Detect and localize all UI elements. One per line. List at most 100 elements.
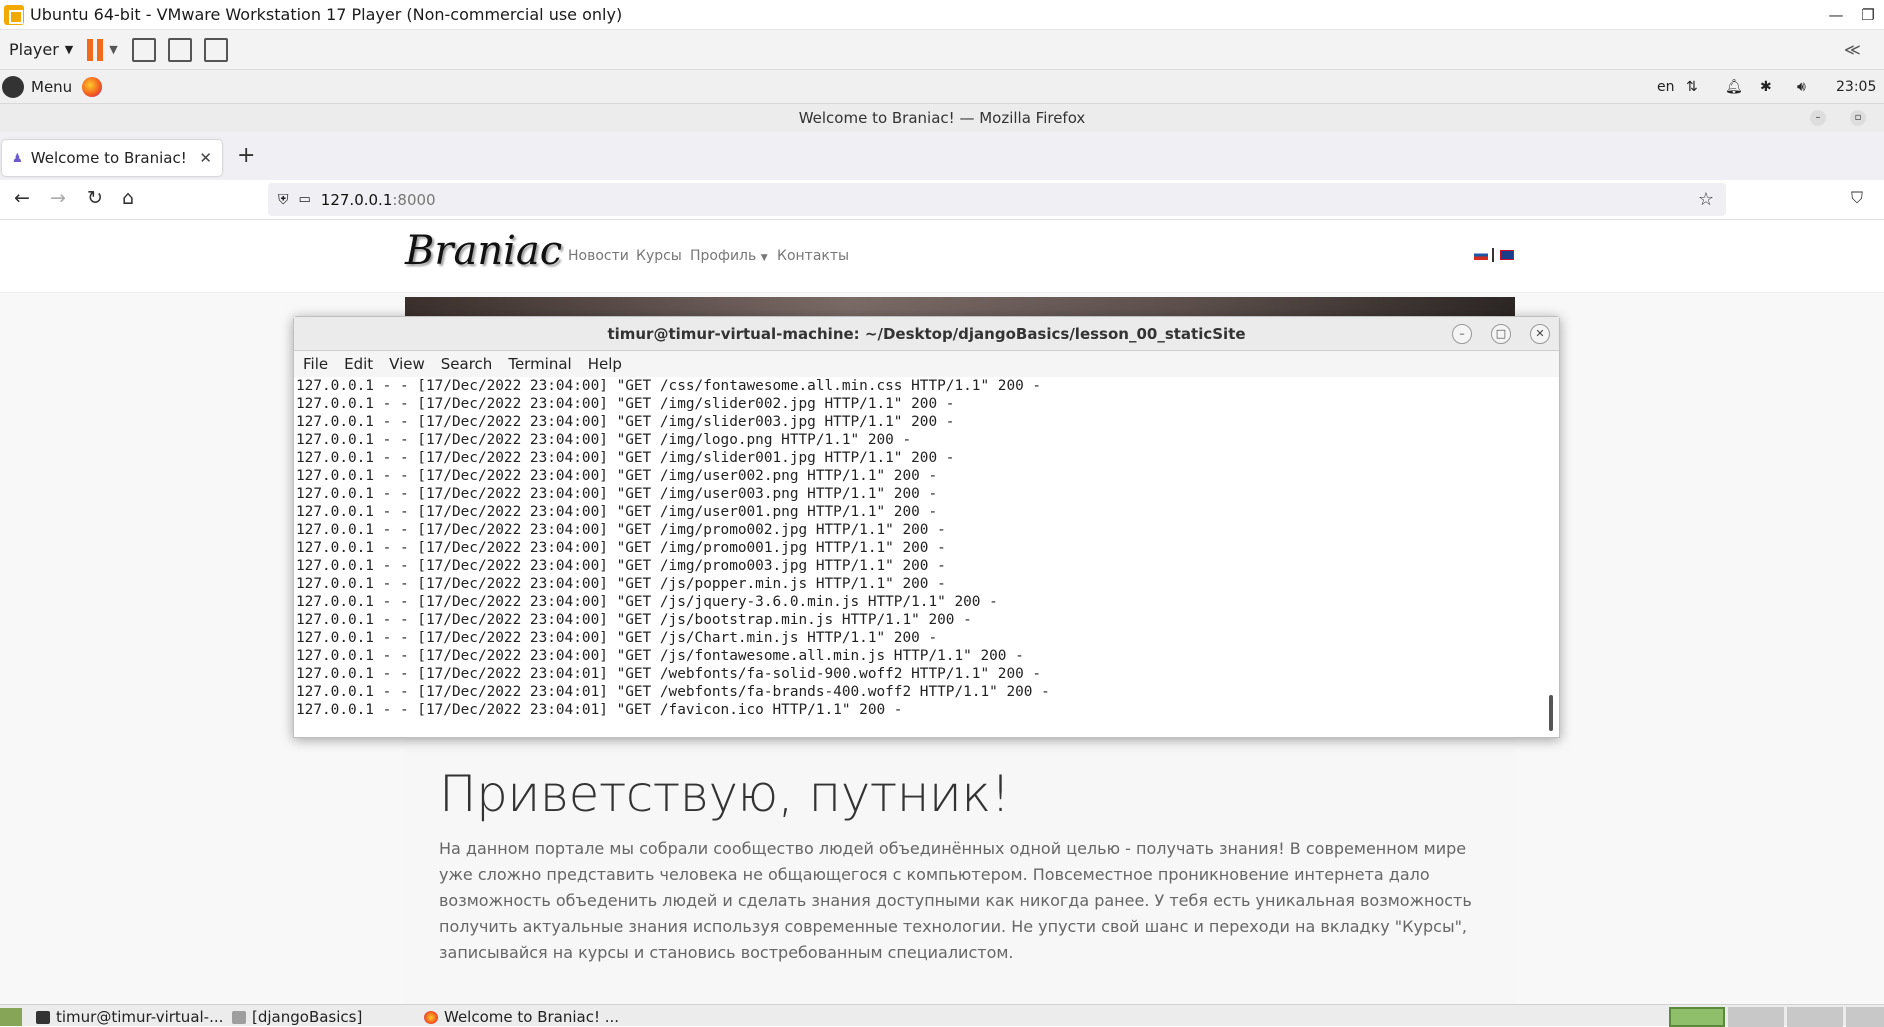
collapse-toolbar-icon[interactable]: ≪ [1844, 40, 1861, 59]
terminal-line: 127.0.0.1 - - [17/Dec/2022 23:04:00] "GE… [296, 630, 938, 646]
terminal-line: 127.0.0.1 - - [17/Dec/2022 23:04:00] "GE… [296, 486, 938, 502]
site-logo[interactable]: Braniac [405, 228, 562, 274]
maximize-window-button[interactable]: ▫ [1850, 110, 1866, 126]
shield-icon[interactable]: ⛨ [278, 192, 289, 208]
folder-icon [232, 1010, 246, 1024]
close-tab-icon[interactable]: ✕ [199, 149, 212, 167]
pause-button[interactable] [87, 38, 104, 61]
window-title-text: Welcome to Braniac! — Mozilla Firefox [798, 109, 1086, 127]
taskbar-item-files[interactable]: [djangoBasics] [232, 1007, 362, 1027]
taskbar: timur@timur-virtual-... [djangoBasics] W… [0, 1004, 1884, 1027]
chevron-down-icon[interactable]: ▼ [109, 43, 117, 56]
network-icon[interactable]: ⇅ [1686, 79, 1698, 95]
menu-logo-icon[interactable] [2, 75, 24, 98]
firefox-launcher-icon[interactable] [82, 76, 103, 97]
terminal-line: 127.0.0.1 - - [17/Dec/2022 23:04:00] "GE… [296, 540, 946, 556]
taskbar-label: timur@timur-virtual-... [56, 1008, 224, 1026]
nav-courses[interactable]: Курсы [636, 248, 682, 264]
menu-view[interactable]: View [389, 355, 425, 373]
page-favicon-icon: ♟ [12, 151, 23, 165]
firefox-icon [424, 1010, 438, 1024]
page-icon[interactable]: ▭ [299, 192, 311, 207]
fullscreen-icon[interactable] [167, 37, 192, 62]
forward-arrow-icon[interactable]: → [50, 187, 66, 209]
workspace-1[interactable] [1669, 1007, 1725, 1027]
new-tab-button[interactable]: + [237, 143, 255, 168]
reload-icon[interactable]: ↻ [87, 187, 103, 209]
nav-contacts[interactable]: Контакты [777, 248, 849, 264]
vmware-title: Ubuntu 64-bit - VMware Workstation 17 Pl… [30, 5, 623, 24]
menu-search[interactable]: Search [441, 355, 493, 373]
terminal-line: 127.0.0.1 - - [17/Dec/2022 23:04:00] "GE… [296, 594, 998, 610]
player-menu-button[interactable]: Player ▼ [9, 40, 73, 59]
notifications-icon[interactable]: 🔔︎ [1725, 79, 1743, 95]
workspace-3[interactable] [1787, 1007, 1843, 1027]
terminal-line: 127.0.0.1 - - [17/Dec/2022 23:04:00] "GE… [296, 396, 955, 412]
unity-icon[interactable] [203, 37, 228, 62]
clock[interactable]: 23:05 [1836, 79, 1876, 95]
taskbar-item-firefox[interactable]: Welcome to Braniac! ... [424, 1007, 619, 1027]
bookmark-star-icon[interactable]: ☆ [1698, 189, 1714, 210]
url-host: 127.0.0.1 [320, 190, 393, 209]
welcome-paragraph: На данном портале мы собрали сообщество … [439, 839, 1472, 962]
menu-label[interactable]: Menu [31, 78, 72, 96]
terminal-line: 127.0.0.1 - - [17/Dec/2022 23:04:00] "GE… [296, 612, 972, 628]
terminal-output[interactable]: 127.0.0.1 - - [17/Dec/2022 23:04:00] "GE… [296, 377, 1544, 735]
send-ctrl-alt-del-icon[interactable] [131, 37, 156, 62]
keyboard-layout[interactable]: en [1657, 79, 1675, 95]
minimize-window-button[interactable]: – [1810, 110, 1826, 126]
menu-help[interactable]: Help [588, 355, 622, 373]
show-desktop-icon[interactable] [0, 1008, 22, 1026]
terminal-line: 127.0.0.1 - - [17/Dec/2022 23:04:00] "GE… [296, 648, 1024, 664]
tab-strip: ♟ Welcome to Braniac! ✕ + [0, 132, 1884, 180]
taskbar-item-terminal[interactable]: timur@timur-virtual-... [36, 1007, 223, 1027]
terminal-maximize-button[interactable]: □ [1491, 324, 1511, 344]
terminal-line: 127.0.0.1 - - [17/Dec/2022 23:04:00] "GE… [296, 522, 946, 538]
taskbar-label: Welcome to Braniac! ... [444, 1008, 620, 1026]
flag-en-icon[interactable] [1500, 250, 1514, 260]
terminal-icon [36, 1010, 50, 1024]
tab-title: Welcome to Braniac! [30, 149, 187, 167]
tab-braniac[interactable]: ♟ Welcome to Braniac! ✕ [2, 140, 222, 176]
minimize-button[interactable]: — [1820, 0, 1852, 30]
menu-file[interactable]: File [303, 355, 328, 373]
restore-button[interactable]: ❐ [1852, 0, 1884, 30]
nav-news[interactable]: Новости [568, 248, 629, 264]
terminal-menubar: File Edit View Search Terminal Help [294, 351, 1559, 377]
player-label: Player [9, 40, 59, 59]
chevron-down-icon: ▼ [64, 43, 74, 56]
terminal-titlebar[interactable]: timur@timur-virtual-machine: ~/Desktop/d… [294, 317, 1559, 351]
bluetooth-icon[interactable]: ✱ [1760, 79, 1772, 95]
flag-divider [1492, 248, 1494, 262]
menu-edit[interactable]: Edit [344, 355, 373, 373]
terminal-line: 127.0.0.1 - - [17/Dec/2022 23:04:00] "GE… [296, 504, 938, 520]
volume-icon[interactable]: 🔊︎ [1797, 79, 1806, 95]
vmware-logo-icon [4, 4, 24, 25]
vmware-titlebar: Ubuntu 64-bit - VMware Workstation 17 Pl… [0, 0, 1884, 30]
terminal-line: 127.0.0.1 - - [17/Dec/2022 23:04:00] "GE… [296, 576, 946, 592]
url-bar[interactable]: ⛨ ▭ 127.0.0.1 :8000 ☆ [268, 183, 1726, 216]
terminal-minimize-button[interactable]: – [1452, 324, 1472, 344]
terminal-title: timur@timur-virtual-machine: ~/Desktop/d… [607, 325, 1246, 343]
terminal-line: 127.0.0.1 - - [17/Dec/2022 23:04:01] "GE… [296, 684, 1050, 700]
terminal-line: 127.0.0.1 - - [17/Dec/2022 23:04:00] "GE… [296, 432, 912, 448]
terminal-scrollbar[interactable] [1549, 695, 1553, 731]
terminal-line: 127.0.0.1 - - [17/Dec/2022 23:04:00] "GE… [296, 558, 946, 574]
terminal-line: 127.0.0.1 - - [17/Dec/2022 23:04:00] "GE… [296, 378, 1042, 394]
flag-ru-icon[interactable] [1474, 250, 1488, 260]
nav-profile[interactable]: Профиль ▼ [690, 248, 768, 264]
terminal-close-button[interactable]: ✕ [1530, 324, 1550, 344]
workspace-4[interactable] [1846, 1007, 1884, 1027]
terminal-line: 127.0.0.1 - - [17/Dec/2022 23:04:00] "GE… [296, 414, 955, 430]
home-icon[interactable]: ⌂ [122, 187, 134, 209]
terminal-line: 127.0.0.1 - - [17/Dec/2022 23:04:01] "GE… [296, 666, 1042, 682]
vmware-toolbar: Player ▼ ▼ ≪ [0, 30, 1884, 70]
back-arrow-icon[interactable]: ← [14, 187, 30, 209]
menu-terminal[interactable]: Terminal [508, 355, 571, 373]
navigation-toolbar: ← → ↻ ⌂ ⛨ ▭ 127.0.0.1 :8000 ☆ ⛉ [0, 180, 1884, 220]
url-port: :8000 [392, 190, 436, 209]
welcome-heading: Приветствую, путник! [439, 765, 1011, 823]
workspace-2[interactable] [1728, 1007, 1784, 1027]
pocket-icon[interactable]: ⛉ [1851, 188, 1863, 208]
terminal-window[interactable]: timur@timur-virtual-machine: ~/Desktop/d… [293, 316, 1560, 738]
